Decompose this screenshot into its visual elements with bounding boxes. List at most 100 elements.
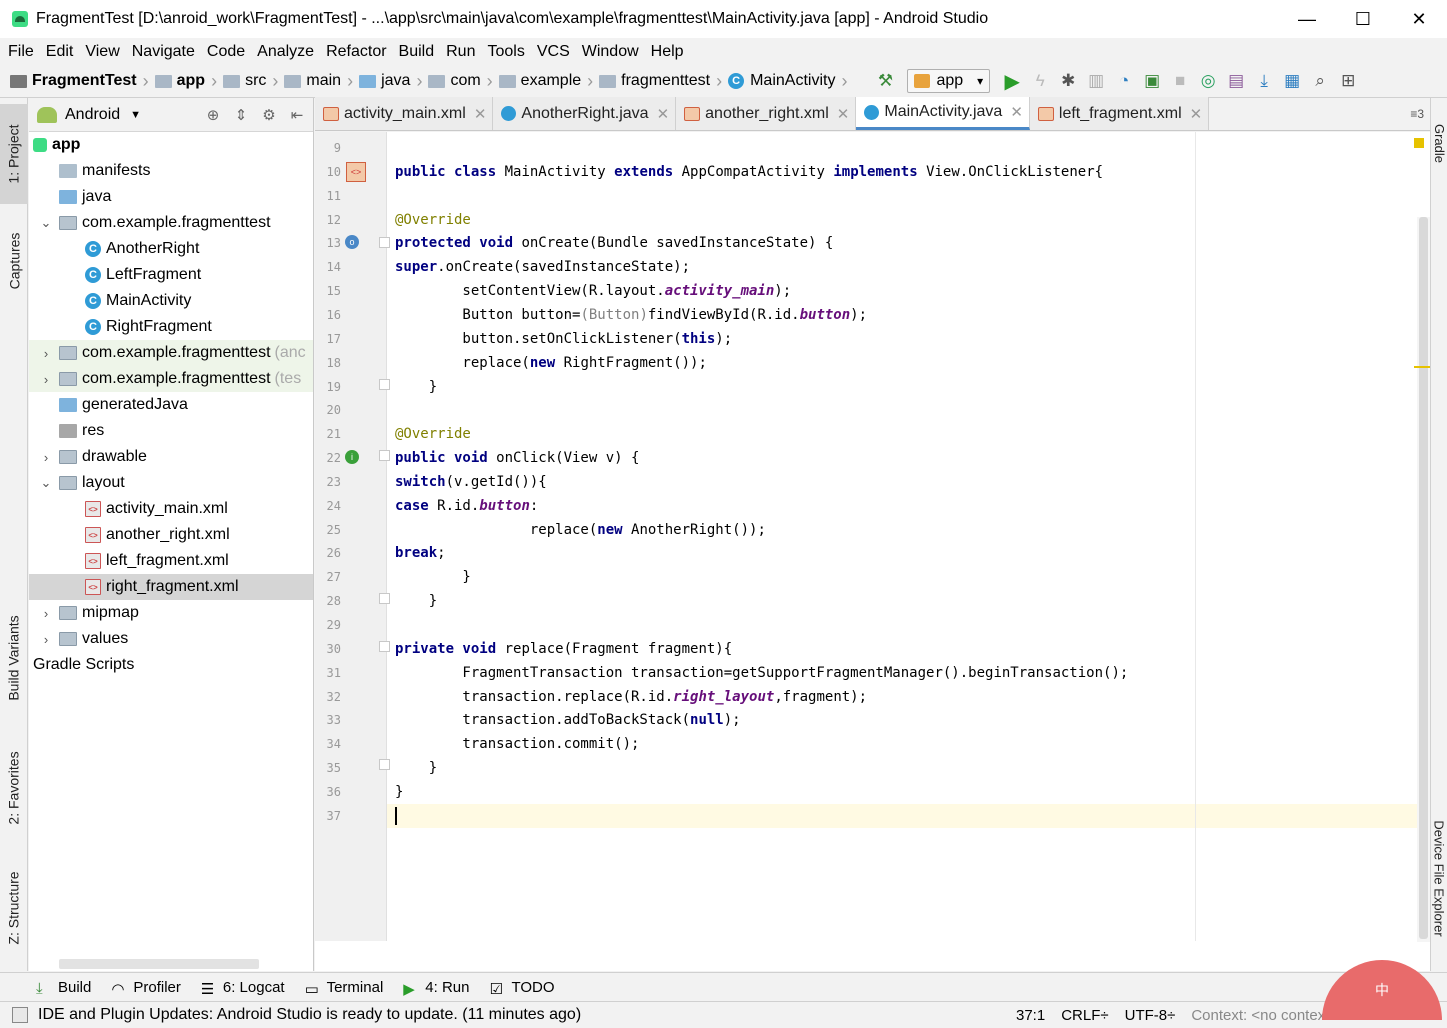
code-line[interactable] <box>387 803 1430 828</box>
chevron-right-icon[interactable]: › <box>39 632 53 647</box>
hide-panel-icon[interactable]: ⇤ <box>285 106 309 124</box>
code-line[interactable]: break; <box>387 541 1430 565</box>
line-separator[interactable]: CRLF÷ <box>1061 1007 1108 1024</box>
settings-icon[interactable]: ⊞ <box>1334 69 1362 93</box>
tree-item[interactable]: app <box>29 132 313 158</box>
tool-tab-captures[interactable]: Captures <box>0 216 28 306</box>
event-log-icon[interactable] <box>12 1007 28 1023</box>
debug-icon[interactable]: ✱ <box>1054 69 1082 93</box>
breadcrumb-src[interactable]: src › <box>221 65 282 98</box>
tree-item[interactable]: C RightFragment <box>29 314 313 340</box>
breadcrumb-project[interactable]: FragmentTest › <box>0 65 153 98</box>
code-line[interactable]: } <box>387 565 1430 589</box>
tree-item[interactable]: ⌄ com.example.fragmenttest <box>29 210 313 236</box>
breadcrumb-app[interactable]: app › <box>153 65 221 98</box>
chevron-right-icon[interactable]: › <box>39 372 53 387</box>
close-icon[interactable]: ✕ <box>474 105 487 123</box>
breadcrumb-mainactivity[interactable]: C MainActivity › <box>726 65 851 98</box>
status-message[interactable]: IDE and Plugin Updates: Android Studio i… <box>38 1006 581 1024</box>
tool-terminal[interactable]: ▭ Terminal <box>305 979 384 999</box>
code-line[interactable]: } <box>387 780 1430 804</box>
chevron-down-icon[interactable]: ⌄ <box>39 215 53 231</box>
warning-stripe[interactable] <box>1414 366 1430 368</box>
run-config-select[interactable]: app ▾ <box>907 69 991 93</box>
menu-refactor[interactable]: Refactor <box>320 43 392 61</box>
menu-tools[interactable]: Tools <box>481 43 530 61</box>
menu-view[interactable]: View <box>79 43 125 61</box>
code-line[interactable]: Button button= (Button) findViewById(R.id.… <box>387 303 1430 327</box>
code-line[interactable]: transaction.replace(R.id. right_layout ,fr… <box>387 685 1430 709</box>
tool-tab-structure[interactable]: Z: Structure <box>0 858 28 958</box>
chevron-down-icon[interactable]: ⌄ <box>39 475 53 491</box>
menu-code[interactable]: Code <box>201 43 251 61</box>
code-line[interactable] <box>387 136 1430 160</box>
collapse-all-icon[interactable]: ⇕ <box>229 106 253 124</box>
code-line[interactable]: button.setOnClickListener(this); <box>387 327 1430 351</box>
tab-overflow-button[interactable]: ≡3 <box>1410 107 1430 121</box>
menu-file[interactable]: File <box>2 43 40 61</box>
code-editor[interactable]: <> o i 9 10 11 12 13 14 15 16 17 18 19 20 21 22 23 24 25… <box>315 132 1430 971</box>
tool-tab-project[interactable]: 1: Project <box>0 104 28 204</box>
code-line[interactable]: @Override <box>387 422 1430 446</box>
tool-tab-build-variants[interactable]: Build Variants <box>0 598 28 718</box>
tree-item[interactable]: › com.example.fragmenttest (anc <box>29 340 313 366</box>
menu-edit[interactable]: Edit <box>40 43 80 61</box>
code-line[interactable]: case R.id. button: <box>387 494 1430 518</box>
close-icon[interactable]: ✕ <box>837 105 850 123</box>
chevron-right-icon[interactable]: › <box>39 346 53 361</box>
editor-tab[interactable]: another_right.xml ✕ <box>676 97 857 130</box>
menu-analyze[interactable]: Analyze <box>251 43 320 61</box>
tree-item[interactable]: Gradle Scripts <box>29 652 313 678</box>
tree-item[interactable]: › values <box>29 626 313 652</box>
chevron-right-icon[interactable]: › <box>39 606 53 621</box>
code-line[interactable]: super .onCreate(savedInstanceState); <box>387 255 1430 279</box>
menu-navigate[interactable]: Navigate <box>126 43 201 61</box>
tool-profiler[interactable]: ◠ Profiler <box>111 979 181 999</box>
editor-tab[interactable]: left_fragment.xml ✕ <box>1029 97 1210 130</box>
menu-vcs[interactable]: VCS <box>531 43 576 61</box>
apply-changes-icon[interactable]: ϟ <box>1026 69 1054 93</box>
editor-tab[interactable]: AnotherRight.java ✕ <box>493 97 677 130</box>
code-line[interactable]: setContentView(R.layout. activity_main); <box>387 279 1430 303</box>
code-line[interactable]: transaction.commit(); <box>387 732 1430 756</box>
tree-item[interactable]: › mipmap <box>29 600 313 626</box>
hammer-icon[interactable]: ⚒ <box>871 69 899 93</box>
maximize-button[interactable]: ☐ <box>1335 0 1391 38</box>
breadcrumb-example[interactable]: example › <box>497 65 597 98</box>
code-line[interactable] <box>387 613 1430 637</box>
layout-xml-gutter-icon[interactable]: <> <box>346 162 366 182</box>
horizontal-scrollbar[interactable] <box>59 959 259 969</box>
tree-item[interactable]: <> left_fragment.xml <box>29 548 313 574</box>
code-line[interactable]: } <box>387 756 1430 780</box>
breadcrumb-java[interactable]: java › <box>357 65 426 98</box>
tool-tab-favorites[interactable]: 2: Favorites <box>0 738 28 838</box>
project-structure-icon[interactable]: ▦ <box>1278 69 1306 93</box>
project-view-select[interactable]: Android <box>65 106 120 124</box>
tree-item[interactable]: ⌄ layout <box>29 470 313 496</box>
gear-icon[interactable]: ⚙ <box>257 106 281 124</box>
chevron-down-icon[interactable]: ▼ <box>130 109 141 121</box>
tree-item[interactable]: <> right_fragment.xml <box>29 574 313 600</box>
tool-todo[interactable]: ☑ TODO <box>489 979 554 999</box>
sdk-manager-icon[interactable]: ⤓ <box>1250 69 1278 93</box>
run-icon[interactable]: ▶ <box>998 69 1026 93</box>
code-line[interactable]: } <box>387 375 1430 399</box>
code-line[interactable]: switch (v.getId()){ <box>387 470 1430 494</box>
menu-run[interactable]: Run <box>440 43 481 61</box>
tool-build[interactable]: ⤓ Build <box>36 979 91 998</box>
implements-gutter-icon[interactable]: i <box>345 450 359 464</box>
tool-logcat[interactable]: ☰ 6: Logcat <box>201 979 285 999</box>
search-icon[interactable]: ⌕ <box>1306 69 1334 93</box>
close-icon[interactable]: ✕ <box>1010 103 1023 121</box>
profile-icon[interactable]: ◔ <box>1110 69 1138 93</box>
sync-gradle-icon[interactable]: ◎ <box>1194 69 1222 93</box>
menu-window[interactable]: Window <box>576 43 645 61</box>
breadcrumb-com[interactable]: com › <box>426 65 496 98</box>
code-line[interactable]: replace(new RightFragment()); <box>387 351 1430 375</box>
stop-icon[interactable]: ■ <box>1166 69 1194 93</box>
tree-item[interactable]: C AnotherRight <box>29 236 313 262</box>
code-line[interactable]: private void replace(Fragment fragment){ <box>387 637 1430 661</box>
code-line[interactable] <box>387 398 1430 422</box>
tree-item[interactable]: <> another_right.xml <box>29 522 313 548</box>
avd-manager-icon[interactable]: ▤ <box>1222 69 1250 93</box>
